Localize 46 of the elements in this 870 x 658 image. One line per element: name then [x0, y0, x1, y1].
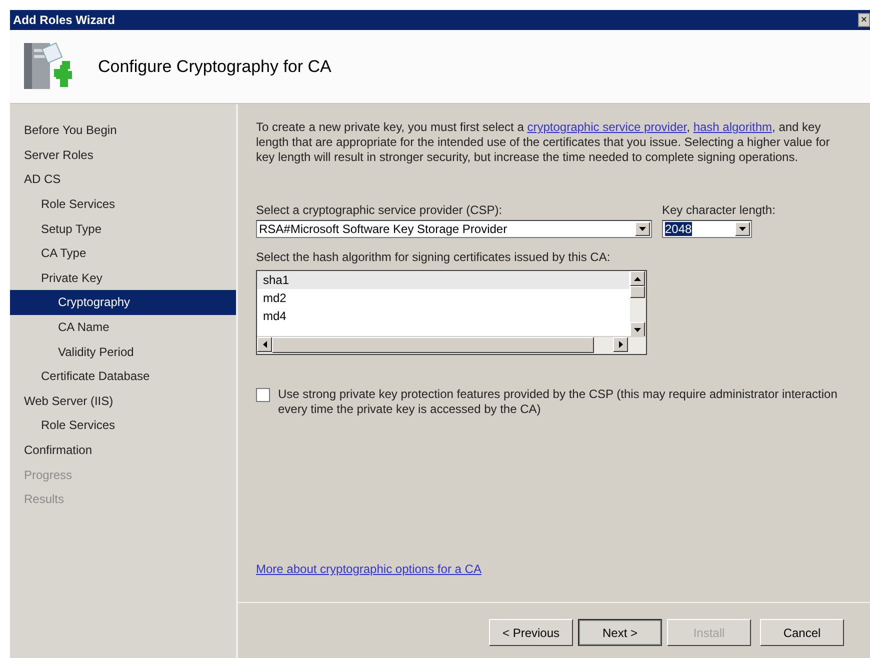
- csp-label: Select a cryptographic service provider (CSP):: [256, 203, 504, 217]
- sidebar-item[interactable]: Web Server (IIS): [10, 388, 236, 414]
- sidebar-item[interactable]: CA Type: [10, 240, 236, 266]
- arrow-right-icon: [618, 341, 622, 348]
- sidebar-item[interactable]: Confirmation: [10, 438, 236, 462]
- close-button[interactable]: ×: [858, 13, 870, 27]
- csp-dropdown[interactable]: RSA#Microsoft Software Key Storage Provider: [256, 220, 652, 238]
- hash-label: Select the hash algorithm for signing certificates issued by this CA:: [256, 250, 612, 264]
- scroll-thumb[interactable]: [272, 337, 594, 354]
- scroll-button[interactable]: [257, 337, 272, 352]
- help-link[interactable]: hash algorithm: [693, 120, 772, 134]
- help-link[interactable]: cryptographic service provider: [527, 120, 687, 134]
- window-title: Add Roles Wizard: [13, 13, 115, 27]
- sidebar-item[interactable]: Setup Type: [10, 216, 236, 241]
- scroll-thumb[interactable]: [630, 286, 645, 298]
- page-title: Configure Cryptography for CA: [98, 56, 332, 76]
- key-length-label: Key character length:: [662, 203, 776, 217]
- scroll-button[interactable]: [630, 271, 645, 286]
- caret-icon: [639, 227, 646, 231]
- sidebar-item[interactable]: Private Key: [10, 266, 236, 290]
- list-item[interactable]: sha1: [257, 271, 629, 289]
- sidebar-item[interactable]: CA Name: [10, 314, 236, 340]
- vertical-scrollbar[interactable]: [630, 271, 646, 337]
- arrow-left-icon: [262, 341, 266, 348]
- scroll-button[interactable]: [630, 322, 645, 337]
- sidebar-item[interactable]: Certificate Database: [10, 364, 236, 389]
- wizard-button[interactable]: < Previous: [489, 619, 573, 646]
- sidebar-item[interactable]: Role Services: [10, 413, 236, 438]
- key-length-dropdown[interactable]: 2048: [662, 220, 752, 238]
- sidebar-item[interactable]: Server Roles: [10, 142, 236, 168]
- wizard-button[interactable]: Next >: [578, 619, 662, 646]
- sidebar-item[interactable]: Role Services: [10, 192, 236, 216]
- sidebar-item[interactable]: AD CS: [10, 167, 236, 192]
- sidebar-item[interactable]: Before You Begin: [10, 118, 236, 143]
- checkbox[interactable]: [256, 388, 270, 402]
- horizontal-scrollbar[interactable]: [257, 336, 646, 354]
- intro-text: To create a new private key, you must first select a cryptographic service provider, hash algorithm, and key length that are appropriate for the intended use of the certificates that you issue. Selecting a higher value for key length will result in stronger security, but increase the time needed to complete signing operations.: [256, 120, 831, 165]
- sidebar-item[interactable]: Cryptography: [10, 290, 236, 315]
- scroll-button[interactable]: [613, 337, 628, 352]
- wizard-button[interactable]: Cancel: [760, 619, 844, 646]
- help-link[interactable]: More about cryptographic options for a CA: [256, 562, 482, 576]
- arrow-down-icon: [634, 328, 641, 332]
- arrow-up-icon: [634, 276, 641, 280]
- caret-icon: [739, 227, 746, 231]
- checkbox-label: Use strong private key protection features provided by the CSP (this may require administrator interaction every time the private key is accessed by the CA): [278, 387, 838, 417]
- sidebar-item[interactable]: Validity Period: [10, 339, 236, 364]
